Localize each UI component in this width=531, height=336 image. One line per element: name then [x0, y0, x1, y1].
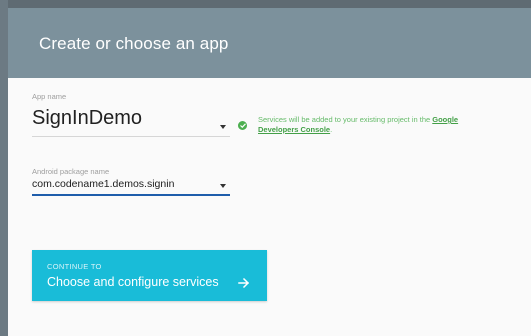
app-name-underline: [32, 136, 230, 137]
continue-button[interactable]: CONTINUE TO Choose and configure service…: [32, 250, 267, 301]
package-name-underline: [32, 194, 230, 196]
chevron-down-icon[interactable]: [220, 125, 226, 129]
status-suffix: .: [330, 125, 333, 134]
app-name-label: App name: [32, 92, 67, 101]
package-name-input[interactable]: [32, 178, 212, 190]
package-name-field[interactable]: Android package name: [32, 167, 230, 197]
chevron-down-icon[interactable]: [220, 184, 226, 188]
check-circle-icon: [238, 121, 247, 130]
left-border: [0, 0, 8, 336]
app-window: Create or choose an app App name SignInD…: [0, 0, 531, 336]
page-title: Create or choose an app: [39, 34, 229, 53]
check-mark: [239, 123, 246, 128]
app-name-field[interactable]: App name SignInDemo: [32, 92, 230, 138]
card-header: Create or choose an app: [8, 8, 531, 78]
status-text: Services will be added to your existing …: [258, 115, 433, 124]
top-border: [0, 0, 531, 8]
continue-small-label: CONTINUE TO: [47, 262, 102, 271]
continue-main-label: Choose and configure services: [47, 275, 219, 289]
package-name-label: Android package name: [32, 167, 110, 176]
arrow-right-icon: [238, 277, 250, 289]
app-name-value[interactable]: SignInDemo: [32, 107, 142, 130]
status-message: Services will be added to your existing …: [258, 115, 468, 135]
